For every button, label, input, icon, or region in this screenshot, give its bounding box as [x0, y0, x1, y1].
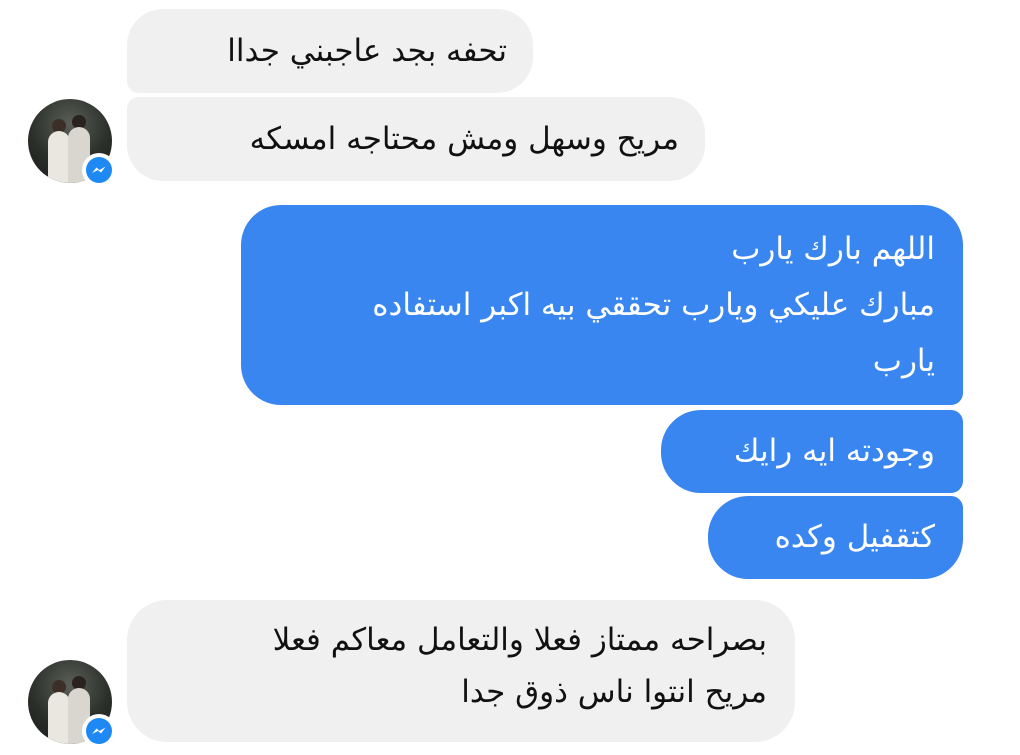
- message-text: مريح وسهل ومش محتاجه امسكه: [249, 121, 679, 157]
- message-text: وجودته ايه رايك: [733, 433, 935, 469]
- outgoing-message-bubble[interactable]: وجودته ايه رايك: [661, 410, 963, 493]
- message-text: يارب: [872, 343, 935, 379]
- message-text: مريح انتوا ناس ذوق جدا: [461, 674, 767, 710]
- incoming-message-bubble[interactable]: بصراحه ممتاز فعلا والتعامل معاكم فعلا مر…: [127, 600, 795, 742]
- incoming-message-bubble[interactable]: تحفه بجد عاجبني جداا: [127, 9, 533, 93]
- message-text: كتقفيل وكده: [774, 519, 935, 555]
- outgoing-message-bubble[interactable]: كتقفيل وكده: [708, 496, 963, 579]
- message-text: مبارك عليكي ويارب تحققي بيه اكبر استفاده: [372, 287, 935, 323]
- messenger-icon: [82, 153, 116, 187]
- message-text: اللهم بارك يارب: [731, 231, 935, 267]
- outgoing-message-bubble[interactable]: اللهم بارك يارب مبارك عليكي ويارب تحققي …: [241, 205, 963, 405]
- messenger-icon: [82, 714, 116, 748]
- message-text: بصراحه ممتاز فعلا والتعامل معاكم فعلا: [272, 622, 767, 658]
- sender-avatar[interactable]: [28, 99, 116, 187]
- chat-thread: تحفه بجد عاجبني جداا مريح وسهل ومش محتاج…: [0, 0, 1020, 755]
- incoming-message-bubble[interactable]: مريح وسهل ومش محتاجه امسكه: [127, 97, 705, 181]
- message-text: تحفه بجد عاجبني جداا: [227, 33, 507, 69]
- sender-avatar[interactable]: [28, 660, 116, 748]
